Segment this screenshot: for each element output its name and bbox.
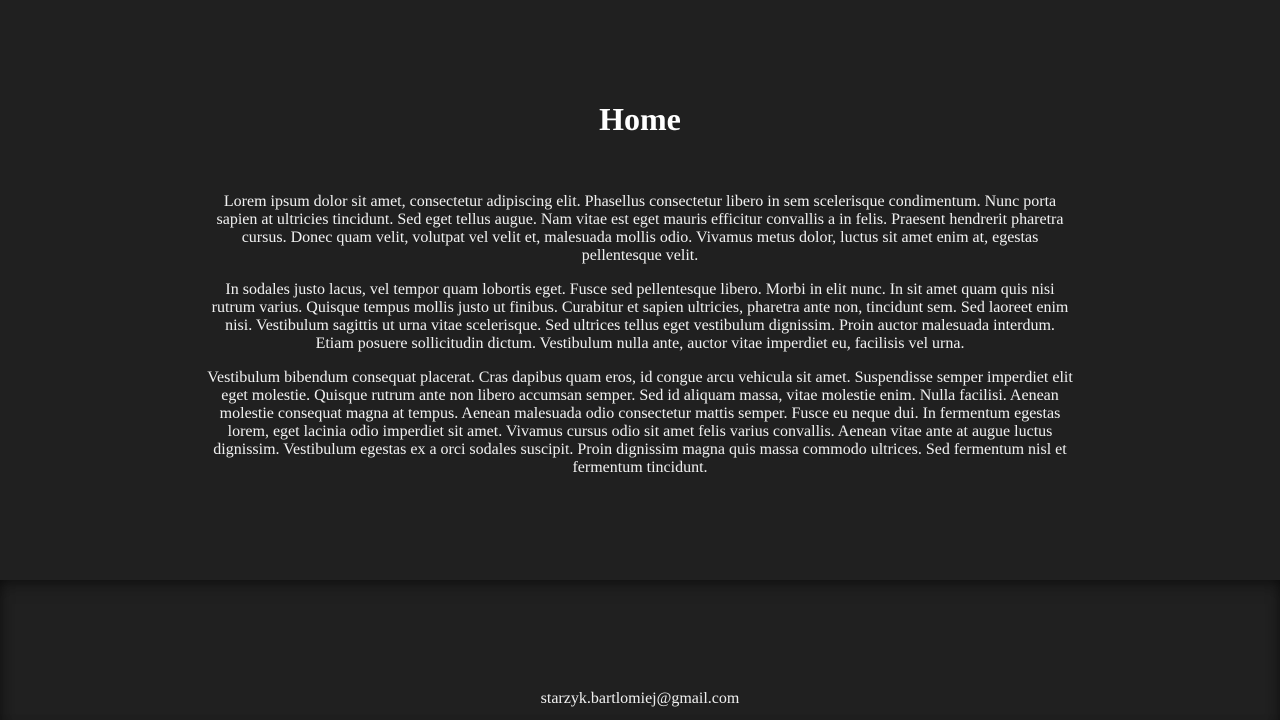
footer: starzyk.bartlomiej@gmail.com bbox=[0, 580, 1280, 720]
main-content: Lorem ipsum dolor sit amet, consectetur … bbox=[205, 193, 1075, 493]
content-paragraph-2: In sodales justo lacus, vel tempor quam … bbox=[211, 281, 1069, 352]
content-paragraph-3: Vestibulum bibendum consequat placerat. … bbox=[207, 369, 1073, 476]
page: Home Lorem ipsum dolor sit amet, consect… bbox=[0, 0, 1280, 720]
content-paragraph-1: Lorem ipsum dolor sit amet, consectetur … bbox=[216, 193, 1064, 264]
page-title: Home bbox=[599, 101, 681, 137]
footer-email-link[interactable]: starzyk.bartlomiej@gmail.com bbox=[0, 690, 1280, 708]
